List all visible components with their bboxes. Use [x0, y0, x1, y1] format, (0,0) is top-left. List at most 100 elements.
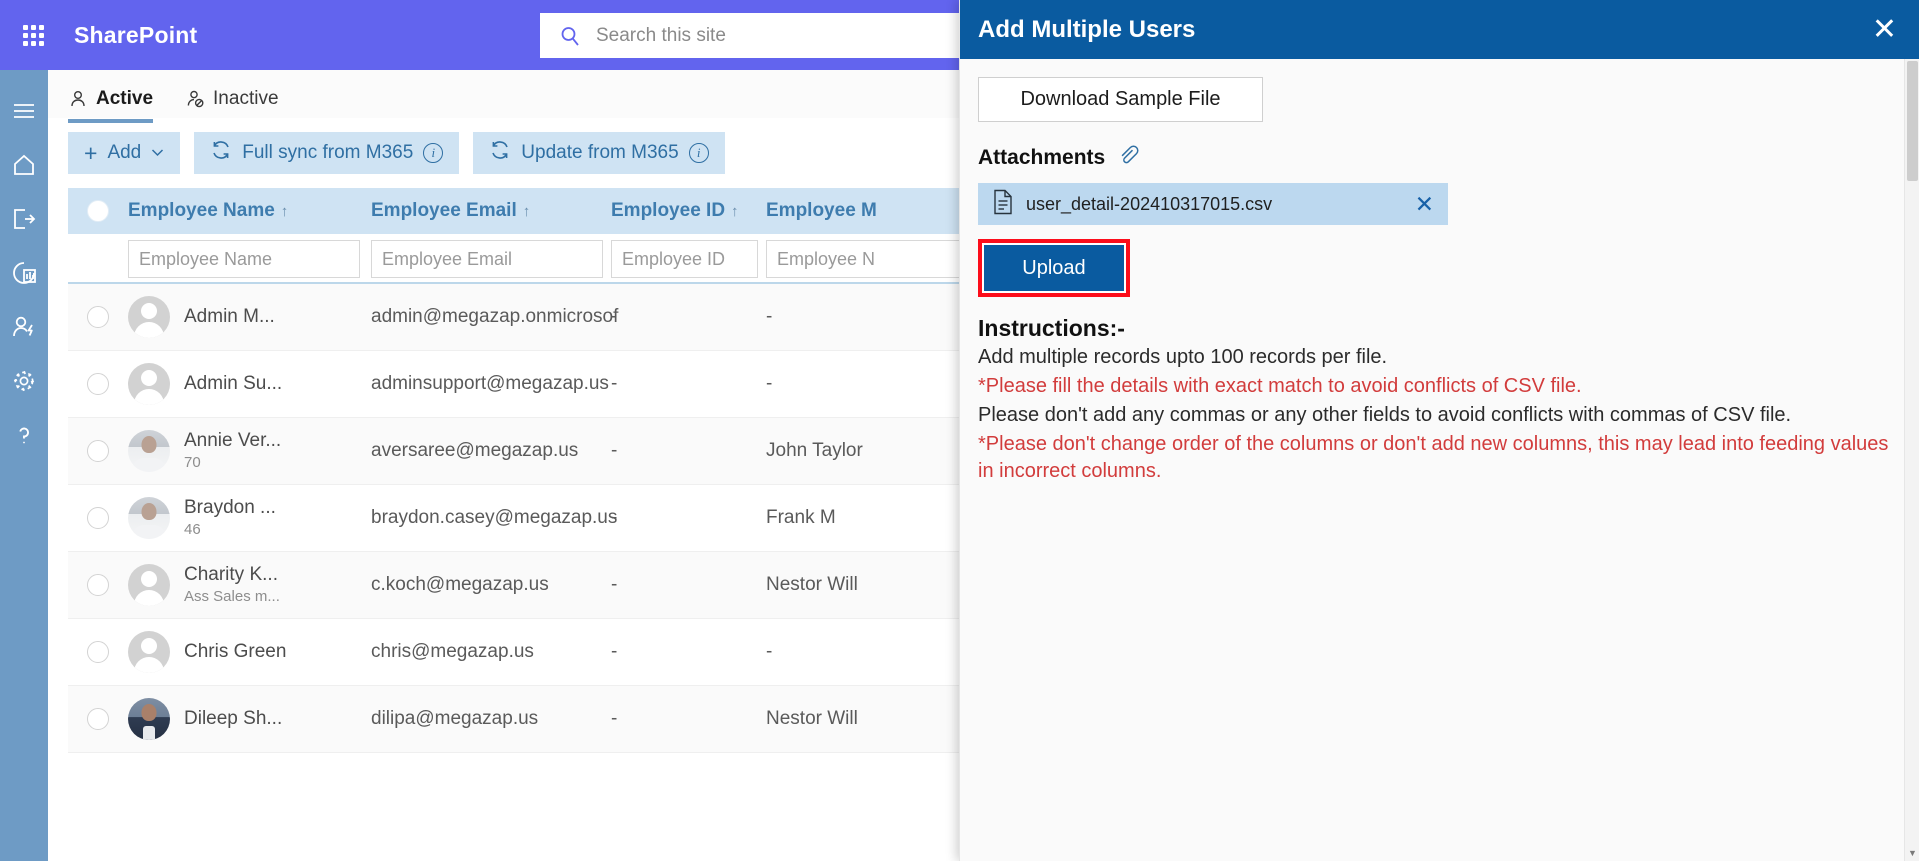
row-select-cell[interactable] — [68, 306, 128, 328]
row-employee-email: chris@megazap.us — [371, 641, 534, 662]
filter-email-cell — [371, 240, 611, 278]
info-icon[interactable]: i — [423, 143, 444, 163]
search-placeholder: Search this site — [596, 24, 726, 46]
row-employee-subtitle: Ass Sales m... — [184, 588, 280, 606]
sort-arrow-icon: ↑ — [280, 202, 289, 220]
row-name-cell: Admin M... — [128, 296, 371, 338]
row-employee-email: aversaree@megazap.us — [371, 440, 579, 461]
row-employee-email: c.koch@megazap.us — [371, 574, 549, 595]
row-employee-name: Braydon ... — [184, 496, 276, 518]
update-button[interactable]: Update from M365 i — [473, 132, 725, 174]
app-root: SharePoint Search this site Active Inact… — [0, 0, 1919, 861]
row-employee-name: Annie Ver... — [184, 429, 282, 451]
row-select-cell[interactable] — [68, 507, 128, 529]
instructions-list: Add multiple records upto 100 records pe… — [978, 344, 1901, 485]
avatar — [128, 429, 170, 472]
home-icon[interactable] — [0, 138, 48, 192]
select-all-cell[interactable] — [68, 200, 128, 222]
tab-inactive[interactable]: Inactive — [185, 88, 279, 118]
chevron-down-icon — [151, 146, 164, 160]
sort-arrow-icon: ↑ — [731, 202, 739, 220]
filter-employee-name-input[interactable] — [128, 240, 360, 278]
row-employee-id: - — [611, 641, 618, 662]
add-multiple-users-panel: Add Multiple Users ✕ Download Sample Fil… — [959, 0, 1919, 861]
tab-active-label: Active — [96, 88, 154, 109]
sort-arrow-icon: ↑ — [522, 202, 531, 220]
avatar — [128, 698, 170, 740]
user-power-icon[interactable] — [0, 300, 48, 354]
row-radio[interactable] — [87, 373, 109, 395]
row-employee-name: Chris Green — [184, 640, 287, 662]
person-blocked-icon — [185, 89, 205, 109]
panel-body: Download Sample File Attachments user_de… — [960, 59, 1919, 485]
info-icon[interactable]: i — [688, 143, 709, 163]
attachments-label: Attachments — [978, 145, 1106, 169]
panel-header: Add Multiple Users ✕ — [960, 0, 1919, 59]
row-employee-id: - — [611, 373, 618, 394]
filter-employee-email-input[interactable] — [371, 240, 603, 278]
row-employee-subtitle: 70 — [184, 454, 201, 472]
header-employee-name[interactable]: Employee Name ↑ — [128, 200, 371, 222]
avatar — [128, 496, 170, 539]
upload-highlight: Upload — [978, 239, 1130, 297]
row-employee-email: admin@megazap.onmicrosof — [371, 306, 619, 327]
avatar — [128, 563, 170, 606]
header-employee-email[interactable]: Employee Email ↑ — [371, 200, 611, 222]
tab-inactive-label: Inactive — [213, 88, 279, 109]
row-select-cell[interactable] — [68, 440, 128, 462]
select-all-radio[interactable] — [87, 200, 109, 222]
row-radio[interactable] — [87, 641, 109, 663]
row-employee-name: Admin Su... — [184, 372, 283, 394]
instruction-line: *Please fill the details with exact matc… — [978, 375, 1582, 397]
row-employee-email: dilipa@megazap.us — [371, 708, 539, 729]
row-employee-subtitle: 46 — [184, 521, 201, 539]
row-select-cell[interactable] — [68, 708, 128, 730]
plus-icon: + — [84, 139, 98, 166]
sign-out-icon[interactable] — [0, 192, 48, 246]
row-radio[interactable] — [87, 574, 109, 596]
scroll-thumb[interactable] — [1907, 61, 1918, 181]
header-employee-id-label: Employee ID — [611, 200, 726, 221]
person-icon — [68, 89, 88, 109]
row-employee-name: Dileep Sh... — [184, 707, 283, 729]
help-icon[interactable] — [0, 408, 48, 462]
row-name-cell: Admin Su... — [128, 363, 371, 405]
row-select-cell[interactable] — [68, 641, 128, 663]
analytics-icon[interactable] — [0, 246, 48, 300]
row-employee-id: - — [611, 708, 618, 729]
instruction-line: *Please don't change order of the column… — [978, 433, 1889, 482]
refresh-icon — [489, 139, 511, 167]
row-employee-name: Charity K... — [184, 563, 278, 585]
row-select-cell[interactable] — [68, 373, 128, 395]
paperclip-icon[interactable] — [1117, 144, 1139, 171]
full-sync-button[interactable]: Full sync from M365 i — [194, 132, 460, 174]
filter-id-cell — [611, 240, 766, 278]
close-icon[interactable]: ✕ — [1872, 14, 1897, 45]
row-name-cell: Charity K... Ass Sales m... — [128, 564, 371, 607]
row-radio[interactable] — [87, 708, 109, 730]
filter-employee-id-input[interactable] — [611, 240, 758, 278]
upload-button[interactable]: Upload — [984, 245, 1124, 291]
row-employee-id: - — [611, 507, 618, 528]
row-employee-id: - — [611, 574, 618, 595]
header-employee-email-label: Employee Email — [371, 200, 517, 221]
hamburger-menu-icon[interactable] — [0, 84, 48, 138]
row-employee-id: - — [611, 440, 618, 461]
row-radio[interactable] — [87, 440, 109, 462]
row-select-cell[interactable] — [68, 574, 128, 596]
tab-active[interactable]: Active — [68, 88, 154, 123]
instruction-line: Please don't add any commas or any other… — [978, 404, 1792, 426]
panel-title: Add Multiple Users — [978, 15, 1196, 43]
row-radio[interactable] — [87, 507, 109, 529]
gear-icon[interactable] — [0, 354, 48, 408]
app-launcher-icon[interactable] — [0, 0, 66, 70]
header-employee-name-label: Employee Name — [128, 200, 275, 221]
row-radio[interactable] — [87, 306, 109, 328]
add-button[interactable]: + Add — [68, 132, 181, 174]
header-employee-id[interactable]: Employee ID ↑ — [611, 200, 766, 222]
remove-attachment-icon[interactable]: ✕ — [1415, 192, 1434, 216]
download-sample-file-button[interactable]: Download Sample File — [978, 77, 1263, 122]
brand-title: SharePoint — [74, 21, 198, 48]
scroll-down-icon[interactable]: ▼ — [1905, 846, 1919, 861]
panel-scrollbar[interactable]: ▲ ▼ — [1904, 59, 1919, 861]
